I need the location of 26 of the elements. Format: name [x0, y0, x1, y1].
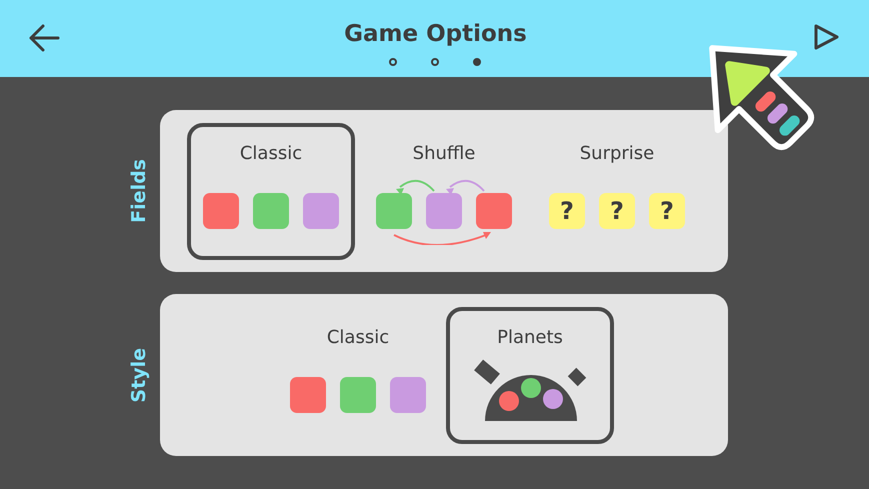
- option-label: Planets: [497, 327, 563, 349]
- option-card[interactable]: Classic: [187, 123, 355, 260]
- mystery-tile: ?: [549, 193, 585, 229]
- section-label: Style: [128, 348, 150, 402]
- color-tile: [340, 377, 376, 413]
- color-tile: [290, 377, 326, 413]
- option-card[interactable]: Classic: [274, 307, 442, 444]
- screen-title: Game Options: [344, 20, 527, 48]
- page-dot[interactable]: [473, 58, 482, 66]
- option-label: Classic: [326, 327, 390, 349]
- color-tile: [253, 193, 289, 229]
- page-dot[interactable]: [431, 58, 440, 66]
- option-label: Classic: [240, 143, 302, 165]
- option-card[interactable]: Planets: [446, 307, 614, 444]
- color-tile: [390, 377, 426, 413]
- option-label: Shuffle: [412, 143, 476, 165]
- color-tile: [303, 193, 339, 229]
- mystery-tile: ?: [599, 193, 635, 229]
- option-label: Surprise: [580, 143, 654, 165]
- mystery-tile: ?: [649, 193, 685, 229]
- color-tile: [203, 193, 239, 229]
- option-card[interactable]: Shuffle: [360, 123, 528, 260]
- page-dot[interactable]: [389, 58, 398, 66]
- section-label: Fields: [128, 159, 150, 223]
- back-arrow-icon[interactable]: [28, 24, 60, 52]
- option-card[interactable]: Surprise ? ? ?: [533, 123, 701, 260]
